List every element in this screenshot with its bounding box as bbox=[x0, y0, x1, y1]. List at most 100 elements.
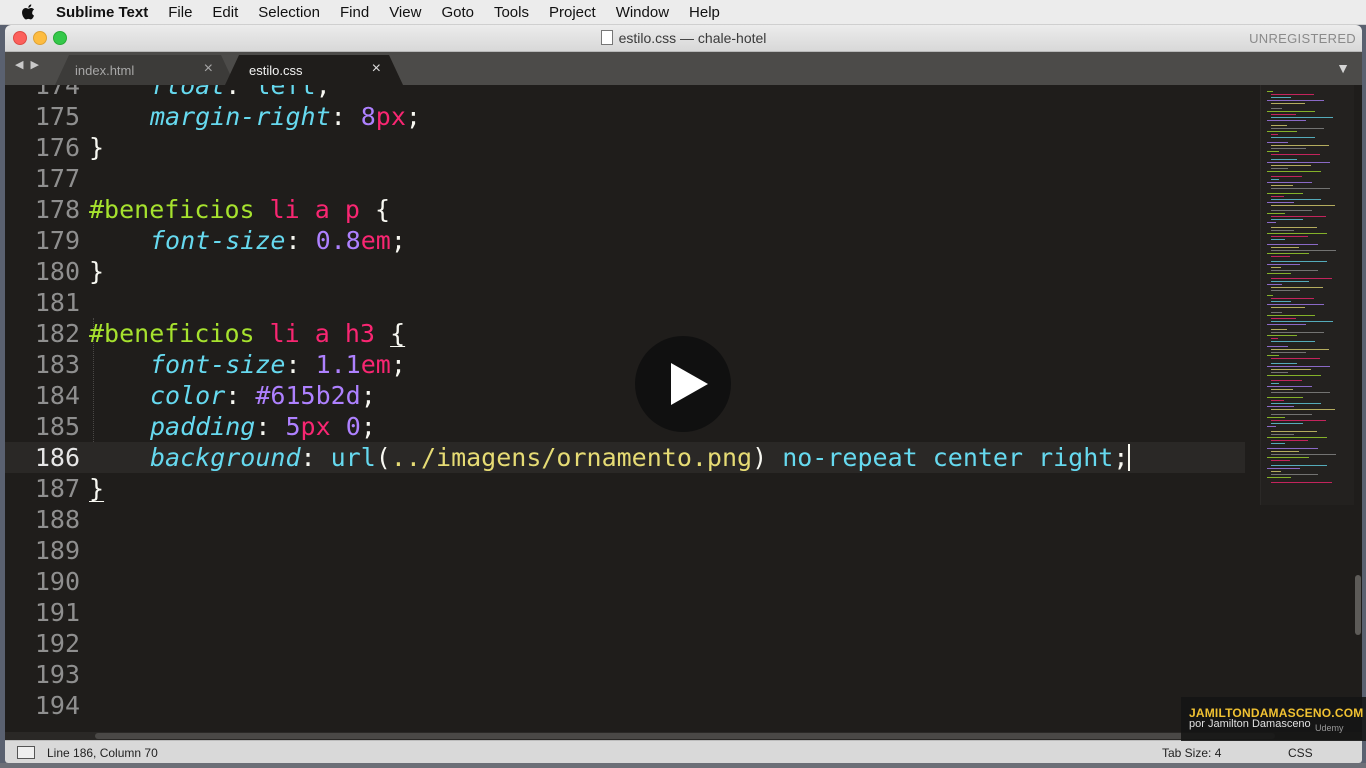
watermark: JAMILTONDAMASCENO.COM por Jamilton Damas… bbox=[1181, 697, 1366, 741]
minimap-line bbox=[1267, 304, 1324, 305]
unregistered-label: UNREGISTERED bbox=[1249, 31, 1356, 46]
minimap-line bbox=[1271, 267, 1281, 268]
minimap-line bbox=[1267, 91, 1273, 92]
minimap-line bbox=[1271, 474, 1318, 475]
line-number: 175 bbox=[34, 102, 80, 131]
minimap-line bbox=[1271, 332, 1324, 333]
window-title-wrap: estilo.css — chale-hotel bbox=[5, 30, 1362, 46]
line-number: 189 bbox=[34, 536, 80, 565]
code-line-178: #beneficios li a p { bbox=[89, 195, 391, 224]
minimap-line bbox=[1271, 168, 1288, 169]
minimap-line bbox=[1271, 216, 1326, 217]
minimap-line bbox=[1271, 290, 1300, 291]
minimap-line bbox=[1271, 301, 1291, 302]
minimap-line bbox=[1271, 278, 1332, 279]
code-line-176: } bbox=[89, 133, 105, 162]
tab-estilo-css[interactable]: estilo.css × bbox=[225, 55, 403, 85]
minimap-line bbox=[1267, 366, 1330, 367]
menu-selection[interactable]: Selection bbox=[258, 4, 320, 21]
minimap-line bbox=[1267, 111, 1315, 112]
matching-brace: { bbox=[390, 319, 406, 348]
tab-index-html[interactable]: index.html × bbox=[55, 55, 235, 85]
minimap-line bbox=[1271, 256, 1290, 257]
panel-toggle-icon[interactable] bbox=[17, 746, 35, 759]
code-line-174: float: left; bbox=[150, 85, 331, 100]
minimap-line bbox=[1271, 451, 1299, 452]
minimap-line bbox=[1271, 400, 1284, 401]
cursor-position: Line 186, Column 70 bbox=[47, 746, 158, 760]
minimap-line bbox=[1267, 284, 1282, 285]
line-number: 185 bbox=[34, 412, 80, 441]
minimap-line bbox=[1267, 120, 1306, 121]
minimap-line bbox=[1271, 117, 1333, 118]
menu-find[interactable]: Find bbox=[340, 4, 369, 21]
minimap[interactable] bbox=[1260, 85, 1356, 505]
menu-view[interactable]: View bbox=[389, 4, 421, 21]
line-number: 181 bbox=[34, 288, 80, 317]
horizontal-scroll-thumb[interactable] bbox=[95, 733, 1275, 739]
code-line-175: margin-right: 8px; bbox=[150, 102, 421, 131]
minimap-line bbox=[1271, 145, 1329, 146]
syntax-selector[interactable]: CSS bbox=[1288, 746, 1313, 760]
play-button[interactable] bbox=[635, 336, 731, 432]
minimap-line bbox=[1271, 239, 1285, 240]
menu-file[interactable]: File bbox=[168, 4, 192, 21]
line-number: 191 bbox=[34, 598, 80, 627]
line-number: 176 bbox=[34, 133, 80, 162]
tab-size-selector[interactable]: Tab Size: 4 bbox=[1162, 746, 1221, 760]
minimap-line bbox=[1267, 417, 1285, 418]
vertical-scroll-thumb[interactable] bbox=[1355, 575, 1361, 635]
line-number: 177 bbox=[34, 164, 80, 193]
minimap-line bbox=[1271, 261, 1327, 262]
minimap-line bbox=[1267, 202, 1294, 203]
minimap-line bbox=[1267, 100, 1324, 101]
menu-tools[interactable]: Tools bbox=[494, 4, 529, 21]
minimap-line bbox=[1271, 443, 1285, 444]
minimap-line bbox=[1267, 448, 1318, 449]
menu-app-name[interactable]: Sublime Text bbox=[56, 4, 148, 21]
minimap-line bbox=[1271, 409, 1335, 410]
minimap-line bbox=[1271, 103, 1305, 104]
code-line-186: background: url(../imagens/ornamento.png… bbox=[150, 443, 1131, 472]
minimap-line bbox=[1267, 397, 1303, 398]
minimap-line bbox=[1271, 434, 1294, 435]
menu-help[interactable]: Help bbox=[689, 4, 720, 21]
horizontal-scrollbar[interactable] bbox=[5, 732, 1362, 740]
tab-nav-arrows-icon[interactable]: ◀ ▶ bbox=[15, 58, 41, 71]
menu-goto[interactable]: Goto bbox=[441, 4, 474, 21]
minimap-line bbox=[1271, 312, 1282, 313]
matching-brace: } bbox=[89, 474, 105, 503]
minimap-line bbox=[1267, 406, 1294, 407]
code-line-183: font-size: 1.1em; bbox=[150, 350, 406, 379]
menu-window[interactable]: Window bbox=[616, 4, 669, 21]
minimap-line bbox=[1271, 219, 1303, 220]
minimap-line bbox=[1267, 264, 1300, 265]
code-line-185: padding: 5px 0; bbox=[150, 412, 376, 441]
minimap-line bbox=[1271, 188, 1330, 189]
close-tab-icon[interactable]: × bbox=[204, 60, 213, 78]
minimap-line bbox=[1271, 148, 1306, 149]
minimap-line bbox=[1267, 222, 1276, 223]
minimap-line bbox=[1271, 247, 1299, 248]
title-bar[interactable]: estilo.css — chale-hotel UNREGISTERED bbox=[5, 25, 1362, 52]
code-line-180: } bbox=[89, 257, 105, 286]
minimap-line bbox=[1267, 162, 1330, 163]
minimap-line bbox=[1271, 383, 1279, 384]
minimap-line bbox=[1271, 454, 1336, 455]
tab-bar: ◀ ▶ index.html × estilo.css × ▼ bbox=[5, 52, 1362, 85]
apple-icon[interactable] bbox=[20, 3, 38, 21]
minimap-line bbox=[1271, 196, 1284, 197]
line-number: 183 bbox=[34, 350, 80, 379]
vertical-scrollbar[interactable] bbox=[1354, 85, 1362, 732]
close-tab-icon[interactable]: × bbox=[372, 60, 381, 78]
minimap-line bbox=[1267, 468, 1300, 469]
menu-project[interactable]: Project bbox=[549, 4, 596, 21]
minimap-line bbox=[1271, 403, 1321, 404]
minimap-line bbox=[1271, 159, 1297, 160]
line-number: 184 bbox=[34, 381, 80, 410]
minimap-line bbox=[1271, 352, 1306, 353]
tab-list-dropdown-icon[interactable]: ▼ bbox=[1336, 60, 1350, 76]
menu-edit[interactable]: Edit bbox=[212, 4, 238, 21]
minimap-line bbox=[1267, 315, 1315, 316]
minimap-line bbox=[1271, 460, 1290, 461]
